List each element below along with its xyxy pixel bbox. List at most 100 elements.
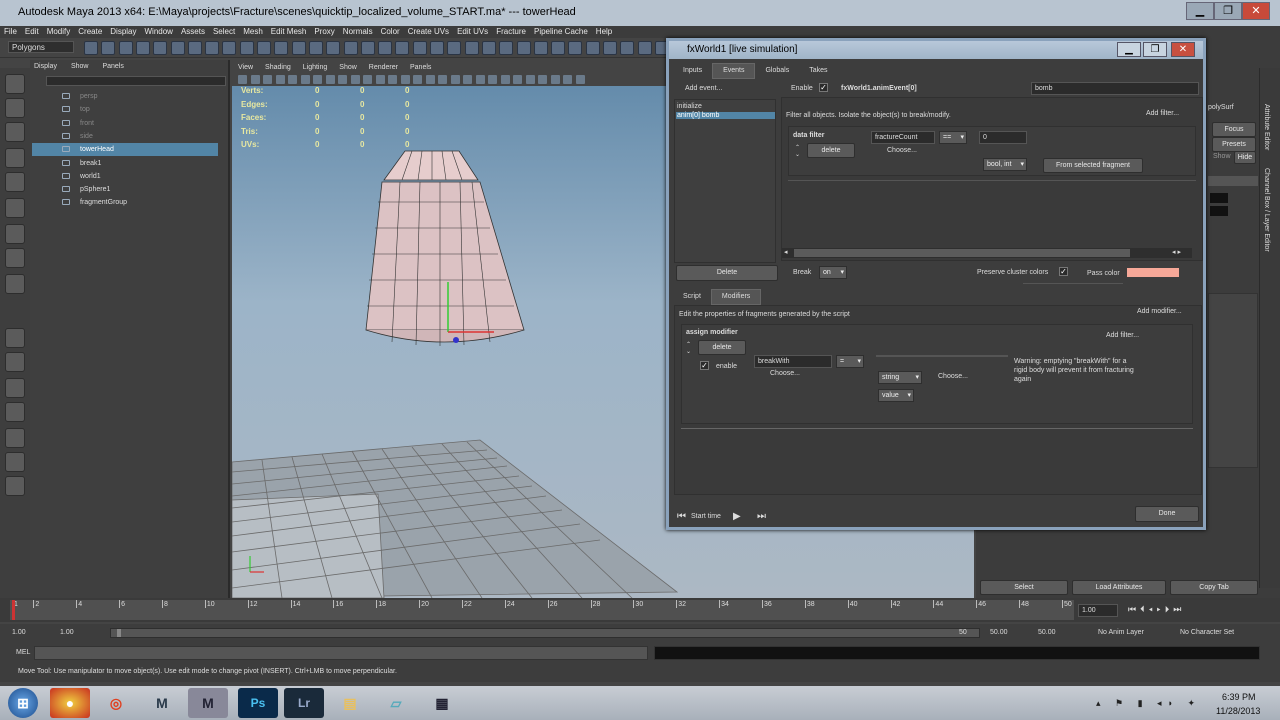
explorer-icon[interactable]: ▤ — [330, 688, 370, 718]
event-item-initialize[interactable]: initialize — [677, 103, 702, 110]
filter-operator-dropdown[interactable]: == — [939, 131, 967, 144]
viewport-tool-icon[interactable] — [338, 75, 347, 84]
channel-box-tab[interactable]: Channel Box / Layer Editor — [1263, 168, 1270, 252]
status-line-tool-icon[interactable] — [447, 41, 462, 55]
start-time-label[interactable]: Start time — [691, 513, 721, 520]
toolbox-tool-icon[interactable] — [5, 148, 25, 168]
viewport-tool-icon[interactable] — [263, 75, 272, 84]
lightroom-icon[interactable]: Lr — [284, 688, 324, 718]
maya-icon[interactable]: M — [142, 688, 182, 718]
viewport-tool-icon[interactable] — [525, 75, 535, 84]
toolbox-tool-icon[interactable] — [5, 224, 25, 244]
toolbox-tool-icon[interactable] — [5, 274, 25, 294]
status-line-tool-icon[interactable] — [395, 41, 410, 55]
tab-inputs[interactable]: Inputs — [673, 64, 712, 78]
status-line-tool-icon[interactable] — [222, 41, 237, 55]
toolbox-tool-icon[interactable] — [5, 402, 25, 422]
viewport-tool-icon[interactable] — [513, 75, 522, 84]
status-line-tool-icon[interactable] — [187, 41, 202, 55]
viewport-tool-icon[interactable] — [500, 75, 510, 84]
status-line-tool-icon[interactable] — [499, 41, 514, 55]
viewport-tool-icon[interactable] — [438, 75, 447, 84]
menu-item-create[interactable]: Create — [74, 26, 106, 38]
menu-item-display[interactable]: Display — [106, 26, 140, 38]
presets-button[interactable]: Presets — [1212, 137, 1256, 152]
current-time-marker[interactable] — [12, 600, 15, 620]
anim-layer-dropdown[interactable]: No Anim Layer — [1098, 629, 1144, 636]
modifier-choose-button-2[interactable]: Choose... — [938, 373, 968, 380]
end-time-field[interactable]: 50.00 — [1038, 629, 1056, 636]
filter-attribute-field[interactable]: fractureCount — [871, 131, 935, 144]
toolbox-tool-icon[interactable] — [5, 378, 25, 398]
minimize-button[interactable]: ▁ — [1186, 2, 1214, 20]
outliner-item[interactable]: top — [32, 103, 218, 116]
modifier-add-filter-button[interactable]: Add filter... — [1106, 332, 1139, 339]
viewport-tool-icon[interactable] — [413, 75, 422, 84]
status-line-tool-icon[interactable] — [430, 41, 444, 55]
toolbox-tool-icon[interactable] — [5, 122, 25, 142]
menu-item-fracture[interactable]: Fracture — [492, 26, 530, 38]
status-line-tool-icon[interactable] — [551, 41, 566, 55]
menu-item-create-uvs[interactable]: Create UVs — [404, 26, 453, 38]
playback-controls[interactable]: ⏮⏴◂▸⏵⏭ — [1128, 604, 1185, 615]
toolbox-tool-icon[interactable] — [5, 328, 25, 348]
status-line-tool-icon[interactable] — [603, 41, 617, 55]
mel-label[interactable]: MEL — [16, 649, 30, 656]
status-line-tool-icon[interactable] — [308, 41, 323, 55]
menu-item-select[interactable]: Select — [209, 26, 239, 38]
menu-item-normals[interactable]: Normals — [339, 26, 377, 38]
modifier-collapse-icon[interactable]: ⌃ ⌄ — [686, 341, 691, 355]
dialog-minimize-button[interactable]: ▁ — [1117, 42, 1141, 57]
status-line-tool-icon[interactable] — [585, 41, 600, 55]
viewport-menu-panels[interactable]: Panels — [410, 62, 431, 74]
toolbox-tool-icon[interactable] — [5, 352, 25, 372]
outliner-item[interactable]: break1 — [32, 157, 218, 170]
viewport-tool-icon[interactable] — [350, 75, 360, 84]
status-line-tool-icon[interactable] — [378, 41, 393, 55]
viewport-tool-icon[interactable] — [300, 75, 310, 84]
menu-set-dropdown[interactable]: Polygons — [8, 41, 74, 53]
viewport-tool-icon[interactable] — [400, 75, 410, 84]
viewport-tool-icon[interactable] — [488, 75, 497, 84]
playback-end-field[interactable]: 50.00 — [990, 629, 1008, 636]
modifier-enable-checkbox[interactable]: ✓ — [700, 361, 709, 370]
status-line-tool-icon[interactable] — [620, 41, 635, 55]
viewport-tool-icon[interactable] — [275, 75, 285, 84]
system-tray-icons[interactable]: ▴ ⚑ ▮ ◂◗ ✦ — [1096, 698, 1201, 709]
viewport-tool-icon[interactable] — [475, 75, 485, 84]
close-button[interactable]: ✕ — [1242, 2, 1270, 20]
event-item-bomb[interactable]: anim[0] bomb — [676, 112, 775, 119]
status-line-tool-icon[interactable] — [326, 41, 341, 55]
menu-item-mesh[interactable]: Mesh — [239, 26, 267, 38]
modifier-delete-button[interactable]: delete — [698, 340, 746, 355]
viewport-tool-icon[interactable] — [313, 75, 322, 84]
viewport-tool-icon[interactable] — [325, 75, 335, 84]
status-line-tool-icon[interactable] — [118, 41, 133, 55]
filter-type-dropdown[interactable]: bool, int — [983, 158, 1027, 171]
viewport-tool-icon[interactable] — [425, 75, 435, 84]
status-line-tool-icon[interactable] — [637, 41, 652, 55]
subtab-script[interactable]: Script — [673, 290, 711, 304]
viewport-tool-icon[interactable] — [238, 75, 247, 84]
menu-item-edit-uvs[interactable]: Edit UVs — [453, 26, 492, 38]
menu-item-window[interactable]: Window — [141, 26, 177, 38]
modifier-choose-button[interactable]: Choose... — [770, 370, 800, 377]
toolbox-tool-icon[interactable] — [5, 74, 25, 94]
pass-color-swatch[interactable] — [1127, 268, 1179, 277]
step-end-icon[interactable]: ⏭ — [757, 511, 766, 522]
photoshop-icon[interactable]: Ps — [238, 688, 278, 718]
outliner-item[interactable]: front — [32, 117, 218, 130]
playback-start-field[interactable]: 1.00 — [60, 629, 74, 636]
show-label[interactable]: Show — [1213, 153, 1231, 160]
play-icon[interactable]: ▶ — [733, 511, 741, 522]
tab-events[interactable]: Events — [712, 63, 756, 79]
status-line-tool-icon[interactable] — [84, 41, 98, 55]
range-slider[interactable]: 1.00 1.00 50 50.00 50.00 No Anim Layer N… — [0, 624, 1280, 642]
outliner-item[interactable]: persp — [32, 90, 218, 103]
viewport-tool-icon[interactable] — [575, 75, 585, 84]
modifier-value-field[interactable] — [876, 355, 1008, 357]
outliner-item[interactable]: world1 — [32, 170, 218, 183]
status-line-tool-icon[interactable] — [274, 41, 289, 55]
event-name-field[interactable]: bomb — [1031, 82, 1199, 95]
command-input[interactable] — [34, 646, 648, 660]
